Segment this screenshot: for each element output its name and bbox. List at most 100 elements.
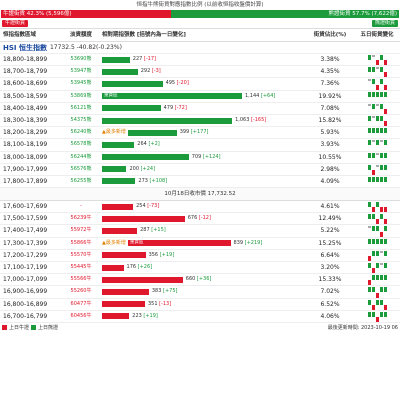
range-cell: 18,400-18,499 xyxy=(3,104,48,112)
bar-wrapper: 227 [-17] xyxy=(102,54,306,65)
five-day-sparkline xyxy=(354,311,400,322)
lots-cell[interactable]: 53690熊 xyxy=(62,54,100,65)
table-row[interactable]: 18,200-18,299 56240熊 ▲最多新增 399 [+177] 5.93% xyxy=(0,127,400,140)
sparkline-bar xyxy=(371,214,375,220)
lots-cell[interactable]: 56121熊 xyxy=(62,103,100,114)
contracts-value: 351 xyxy=(147,300,160,307)
bar-cell: 292 [-3] xyxy=(100,66,306,77)
contracts-bar xyxy=(102,301,145,308)
range-cell: 17,500-17,599 xyxy=(3,215,48,223)
hsi-name[interactable]: HSI 恒生指數 xyxy=(3,43,47,53)
five-day-sparkline xyxy=(354,225,400,237)
col-pct[interactable]: 街貨佔比(%) xyxy=(306,29,354,41)
lots-cell[interactable]: 53945熊 xyxy=(62,78,100,89)
sparkline-bar xyxy=(383,263,387,268)
table-row[interactable]: 17,800-17,899 56255熊 273 [+108] 4.09% xyxy=(0,176,400,189)
sparkline-bar xyxy=(379,152,383,158)
lots-cell[interactable]: - xyxy=(62,201,100,212)
table-row[interactable]: 16,700-16,799 60456牛 223 [+19] 4.06% xyxy=(0,311,400,323)
contracts-delta: [+15] xyxy=(151,227,166,234)
table-row[interactable]: 18,300-18,399 54375熊 1,063 [-165] 15.82% xyxy=(0,115,400,128)
lots-cell[interactable]: 60456牛 xyxy=(62,311,100,322)
contracts-label: 660 [+36] xyxy=(186,274,212,285)
sparkline-bar xyxy=(367,152,371,158)
sparkline-bar xyxy=(379,311,383,317)
table-row[interactable]: 17,300-17,399 55866牛 ▲最多新增 重貨區 839 [+219] 15.… xyxy=(0,238,400,250)
five-day-sparkline xyxy=(354,250,400,261)
lots-cell[interactable]: 55570牛 xyxy=(62,250,100,261)
contracts-value: 287 xyxy=(140,227,152,234)
contracts-delta: [-17] xyxy=(143,56,156,62)
lots-cell[interactable]: 55972牛 xyxy=(62,225,100,236)
table-row[interactable]: 18,100-18,199 56578熊 264 [+2] 3.93% xyxy=(0,139,400,152)
most-added-flag: ▲最多新增 xyxy=(102,129,126,136)
sparkline-bar xyxy=(379,287,383,293)
sparkline-bar xyxy=(375,91,379,97)
bull-legend: 牛證街貨 xyxy=(2,18,29,28)
table-row[interactable]: 17,100-17,199 55445牛 176 [+26] 3.20% xyxy=(0,262,400,275)
five-day-sparkline xyxy=(354,91,400,102)
lots-cell[interactable]: 56576熊 xyxy=(62,164,100,175)
lots-cell[interactable]: 55445牛 xyxy=(62,262,100,273)
range-cell: 17,600-17,699 xyxy=(3,203,48,211)
contracts-label: 479 [-72] xyxy=(164,103,187,114)
pct-cell: 7.02% xyxy=(320,288,340,296)
table-row[interactable]: 18,600-18,699 53945熊 495 [-20] 7.36% xyxy=(0,78,400,91)
pct-cell: 12.49% xyxy=(318,215,342,223)
contracts-value: 1,063 xyxy=(235,116,251,123)
lots-cell[interactable]: 60477牛 xyxy=(62,299,100,310)
bar-wrapper: 176 [+26] xyxy=(102,262,306,273)
five-day-sparkline xyxy=(354,54,400,66)
contracts-value: 176 xyxy=(126,264,138,270)
col-bar[interactable]: 相對期指張數 [括號內為一日變化] xyxy=(100,29,306,41)
col-lots[interactable]: 淡貨額度 xyxy=(62,29,100,41)
daily-change-cell xyxy=(354,225,400,237)
lots-cell[interactable]: 56578熊 xyxy=(62,139,100,150)
table-row[interactable]: 18,400-18,499 56121熊 479 [-72] 7.08% xyxy=(0,103,400,115)
contracts-bar xyxy=(102,264,124,271)
daily-change-cell xyxy=(354,299,400,310)
bar-wrapper: 292 [-3] xyxy=(102,66,306,77)
five-day-sparkline xyxy=(354,262,400,274)
table-row[interactable]: 18,000-18,099 56244熊 709 [+124] 10.55% xyxy=(0,152,400,164)
lots-cell[interactable]: 55260牛 xyxy=(62,286,100,297)
sparkline-bar xyxy=(379,128,383,134)
sparkline-bar xyxy=(371,268,375,274)
table-row[interactable]: 18,700-18,799 53947熊 292 [-3] 4.35% xyxy=(0,66,400,79)
lots-cell[interactable]: 56255熊 xyxy=(62,176,100,187)
table-row[interactable]: 18,500-18,599 53869熊 重貨區 1,144 [+64] 19.92% xyxy=(0,91,400,103)
table-row[interactable]: 17,900-17,999 56576熊 200 [+24] 2.98% xyxy=(0,164,400,176)
sparkline-bar xyxy=(383,108,387,114)
lots-cell[interactable]: 56244熊 xyxy=(62,152,100,163)
contracts-value: 200 xyxy=(129,165,141,172)
range-cell: 17,800-17,899 xyxy=(3,177,48,185)
pct-cell: 5.93% xyxy=(320,129,340,137)
sparkline-bar xyxy=(367,164,371,170)
table-row[interactable]: 17,000-17,099 55566牛 660 [+36] 15.33% xyxy=(0,274,400,287)
bull-ratio-segment: 牛證街貨 42.3% (5,596億) xyxy=(1,10,172,18)
lots-cell[interactable]: 55566牛 xyxy=(62,274,100,285)
col-daily[interactable]: 五日街貨變化 xyxy=(354,29,400,41)
five-day-sparkline xyxy=(354,176,400,187)
lots-cell[interactable]: 56240熊 xyxy=(62,127,100,138)
lots-cell[interactable]: 55866牛 xyxy=(62,238,100,249)
table-row[interactable]: 18,800-18,899 53690熊 227 [-17] 3.38% xyxy=(0,54,400,67)
lots-cell[interactable]: 53869熊 xyxy=(62,91,100,102)
col-range[interactable]: 恒指指數區域 xyxy=(0,29,62,41)
table-row[interactable]: 17,500-17,599 56239牛 676 [-12] 12.49% xyxy=(0,213,400,226)
table-row[interactable]: 16,800-16,899 60477牛 351 [-13] 6.52% xyxy=(0,299,400,311)
sparkline-bar xyxy=(367,55,371,60)
table-row[interactable]: 17,400-17,499 55972牛 287 [+15] 5.22% xyxy=(0,225,400,238)
table-row[interactable]: 17,200-17,299 55570牛 356 [+19] 6.64% xyxy=(0,250,400,262)
bar-cell: 709 [+124] xyxy=(100,152,306,163)
daily-change-cell xyxy=(354,311,400,322)
sparkline-bar xyxy=(379,231,383,237)
sparkline-bar xyxy=(371,176,375,182)
contracts-label: 273 [+108] xyxy=(138,176,167,187)
table-row[interactable]: 16,900-16,999 55260牛 383 [+75] 7.02% xyxy=(0,286,400,299)
lots-cell[interactable]: 54375熊 xyxy=(62,115,100,126)
table-row[interactable]: 17,600-17,699 - 254 [-73] 4.61% xyxy=(0,201,400,214)
lots-cell[interactable]: 56239牛 xyxy=(62,213,100,224)
lots-cell[interactable]: 53947熊 xyxy=(62,66,100,77)
sparkline-bar xyxy=(383,152,387,158)
